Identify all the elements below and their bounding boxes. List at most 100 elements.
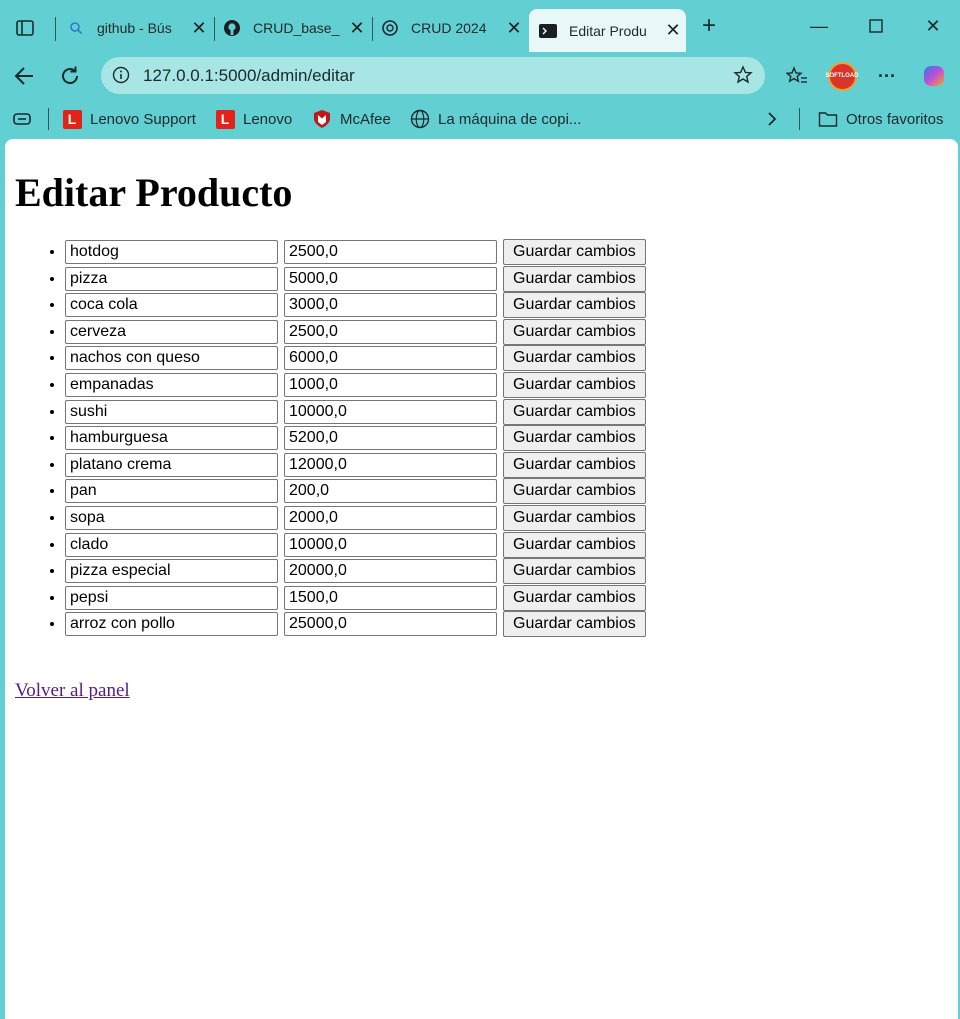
close-icon[interactable]: ✕: [660, 20, 686, 41]
bookmark-label: La máquina de copi...: [438, 110, 582, 128]
url-text[interactable]: 127.0.0.1:5000/admin/editar: [143, 57, 355, 94]
product-name-input[interactable]: [65, 452, 278, 477]
product-name-input[interactable]: [65, 479, 278, 504]
tab-editar-producto[interactable]: Editar Produ ✕: [529, 9, 686, 52]
save-changes-button[interactable]: Guardar cambios: [503, 239, 646, 265]
save-changes-button[interactable]: Guardar cambios: [503, 584, 646, 611]
product-name-input[interactable]: [65, 372, 278, 397]
bookmark-label: Otros favoritos: [846, 110, 944, 128]
favorite-star-icon[interactable]: [727, 59, 759, 91]
product-name-input[interactable]: [65, 266, 278, 291]
product-name-input[interactable]: [65, 585, 278, 610]
bookmark-label: Lenovo Support: [90, 110, 196, 128]
product-price-input[interactable]: [284, 452, 497, 477]
more-options-icon[interactable]: ···: [871, 60, 903, 92]
site-info-icon[interactable]: [105, 59, 137, 91]
bookmark-la-maquina[interactable]: La máquina de copi...: [410, 106, 581, 132]
product-price-input[interactable]: [284, 240, 497, 264]
product-price-input[interactable]: [284, 346, 497, 371]
product-price-input[interactable]: [284, 559, 497, 584]
profile-badge: SOFTLOAD: [826, 61, 859, 91]
bookmark-mcafee[interactable]: McAfee: [312, 106, 391, 132]
product-price-input[interactable]: [284, 319, 497, 344]
product-price-input[interactable]: [284, 612, 497, 637]
tab-crud-base[interactable]: CRUD_base_ ✕: [213, 9, 370, 47]
save-changes-button[interactable]: Guardar cambios: [503, 478, 646, 505]
product-row: Guardar cambios: [65, 265, 646, 292]
product-price-input[interactable]: [284, 585, 497, 610]
list-item: Guardar cambios: [65, 239, 646, 266]
product-name-input[interactable]: [65, 532, 278, 557]
product-name-input[interactable]: [65, 293, 278, 318]
back-arrow-icon[interactable]: [8, 60, 40, 92]
tab-github-search[interactable]: github - Bús ✕: [57, 9, 212, 47]
product-price-input[interactable]: [284, 293, 497, 318]
workspaces-icon[interactable]: [6, 103, 38, 135]
close-icon[interactable]: ✕: [344, 18, 370, 39]
product-price-input[interactable]: [284, 505, 497, 530]
save-changes-button[interactable]: Guardar cambios: [503, 265, 646, 292]
bookmark-label: Lenovo: [243, 110, 293, 128]
back-to-panel-link[interactable]: Volver al panel: [15, 680, 130, 702]
product-price-input[interactable]: [284, 479, 497, 504]
list-item: Guardar cambios: [65, 611, 646, 638]
save-changes-button[interactable]: Guardar cambios: [503, 345, 646, 372]
save-changes-button[interactable]: Guardar cambios: [503, 558, 646, 585]
list-item: Guardar cambios: [65, 558, 646, 585]
save-changes-button[interactable]: Guardar cambios: [503, 611, 646, 638]
save-changes-button[interactable]: Guardar cambios: [503, 504, 646, 531]
save-changes-button[interactable]: Guardar cambios: [503, 318, 646, 345]
product-price-input[interactable]: [284, 399, 497, 424]
close-window-button[interactable]: ✕: [913, 10, 953, 42]
product-name-input[interactable]: [65, 399, 278, 424]
product-name-input[interactable]: [65, 426, 278, 451]
save-changes-button[interactable]: Guardar cambios: [503, 451, 646, 478]
minimize-button[interactable]: —: [799, 10, 839, 42]
bookmark-lenovo[interactable]: L Lenovo: [215, 106, 292, 132]
product-name-input[interactable]: [65, 612, 278, 637]
save-changes-button[interactable]: Guardar cambios: [503, 371, 646, 398]
product-name-input[interactable]: [65, 319, 278, 344]
tab-separator: [55, 17, 56, 41]
close-icon[interactable]: ✕: [186, 18, 212, 39]
bookmarks-bar: L Lenovo Support L Lenovo McAfee La máqu…: [0, 100, 960, 138]
new-tab-button[interactable]: +: [689, 10, 729, 42]
product-price-input[interactable]: [284, 426, 497, 451]
product-row: Guardar cambios: [65, 318, 646, 345]
save-changes-button[interactable]: Guardar cambios: [503, 292, 646, 319]
product-row: Guardar cambios: [65, 584, 646, 611]
product-row: Guardar cambios: [65, 398, 646, 425]
product-name-input[interactable]: [65, 505, 278, 530]
list-item: Guardar cambios: [65, 478, 646, 505]
tab-crud-2024[interactable]: CRUD 2024 ✕: [371, 9, 527, 47]
save-changes-button[interactable]: Guardar cambios: [503, 425, 646, 452]
profile-avatar[interactable]: SOFTLOAD: [826, 60, 859, 92]
save-changes-button[interactable]: Guardar cambios: [503, 398, 646, 425]
product-name-input[interactable]: [65, 240, 278, 264]
close-icon[interactable]: ✕: [501, 18, 527, 39]
reload-icon[interactable]: [54, 60, 86, 92]
list-item: Guardar cambios: [65, 425, 646, 452]
maximize-button[interactable]: [856, 10, 896, 42]
tab-actions-icon[interactable]: [9, 12, 41, 44]
save-changes-button[interactable]: Guardar cambios: [503, 531, 646, 558]
tab-label: Editar Produ: [569, 22, 647, 39]
favorites-icon[interactable]: [781, 60, 813, 92]
other-favorites-folder[interactable]: Otros favoritos: [818, 106, 944, 132]
product-price-input[interactable]: [284, 532, 497, 557]
bookmark-separator: [48, 108, 49, 130]
product-name-input[interactable]: [65, 559, 278, 584]
product-price-input[interactable]: [284, 372, 497, 397]
bookmark-lenovo-support[interactable]: L Lenovo Support: [62, 106, 196, 132]
mcafee-icon: [312, 109, 332, 129]
product-row: Guardar cambios: [65, 478, 646, 505]
globe-icon: [410, 109, 430, 129]
chevron-right-icon[interactable]: [756, 103, 788, 135]
product-name-input[interactable]: [65, 346, 278, 371]
address-bar[interactable]: 127.0.0.1:5000/admin/editar: [101, 57, 765, 94]
chatgpt-icon: [381, 19, 399, 37]
product-price-input[interactable]: [284, 266, 497, 291]
copilot-icon[interactable]: [918, 60, 950, 92]
product-row: Guardar cambios: [65, 611, 646, 638]
product-row: Guardar cambios: [65, 504, 646, 531]
